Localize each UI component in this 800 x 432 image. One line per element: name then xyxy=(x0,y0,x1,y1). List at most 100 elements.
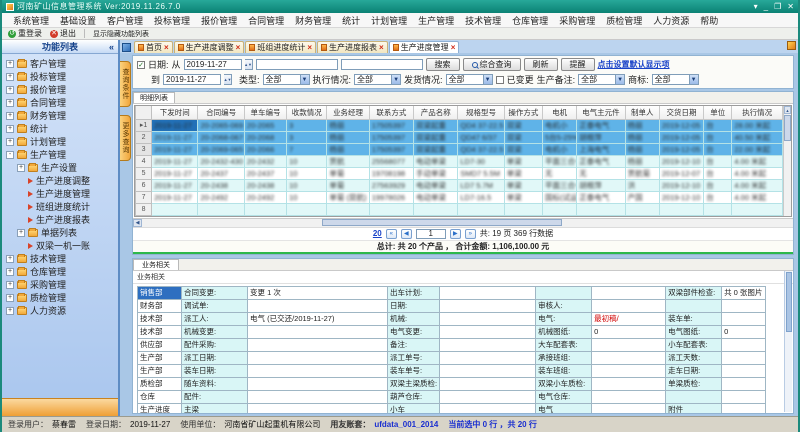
column-header-合同编号[interactable]: 合同编号 xyxy=(198,106,244,119)
tab-close-icon[interactable]: × xyxy=(451,44,456,52)
tree-expander-icon[interactable]: + xyxy=(6,73,14,81)
table-row[interactable]: 72019-11-2720-249220-249210单菊 (昆航)199780… xyxy=(136,191,783,203)
tree-expander-icon[interactable]: + xyxy=(6,281,14,289)
menu-item-8[interactable]: 计划管理 xyxy=(366,13,412,28)
tree-item-财务管理[interactable]: +财务管理 xyxy=(4,109,118,122)
tree-expander-icon[interactable]: + xyxy=(6,86,14,94)
minimize-icon[interactable]: _ xyxy=(764,2,768,11)
scroll-left-icon[interactable]: ◀ xyxy=(133,219,142,227)
menu-item-13[interactable]: 质检管理 xyxy=(601,13,647,28)
column-header-电机[interactable]: 电机 xyxy=(543,106,577,119)
tab-close-icon[interactable]: × xyxy=(236,44,241,52)
dept-cell[interactable]: 仓库 xyxy=(138,390,182,403)
toggle-nav-button[interactable]: 显示隐藏功能列表 xyxy=(91,29,151,39)
dept-cell[interactable]: 财务部 xyxy=(138,299,182,312)
scroll-thumb[interactable] xyxy=(786,272,792,332)
tree-item-生产进度管理[interactable]: 生产进度管理 xyxy=(4,187,118,200)
menu-item-12[interactable]: 采购管理 xyxy=(554,13,600,28)
prod-note-select[interactable]: 全部▼ xyxy=(578,74,625,85)
table-row[interactable]: 22019-11-2720-2068-06720-20683杨丽17505397… xyxy=(136,131,783,143)
detail-group-label[interactable]: 明细列表 xyxy=(133,92,175,103)
tree-item-计划管理[interactable]: +计划管理 xyxy=(4,135,118,148)
ship-select[interactable]: 全部▼ xyxy=(446,74,493,85)
column-header-收款情况[interactable]: 收款情况 xyxy=(287,106,327,119)
changed-checkbox[interactable] xyxy=(496,76,504,84)
tree-item-人力资源[interactable]: +人力资源 xyxy=(4,304,118,317)
column-header-单车编号[interactable]: 单车编号 xyxy=(244,106,286,119)
date-to-input[interactable]: 2019-11-27 xyxy=(163,74,221,85)
dept-cell[interactable]: 生产进度 xyxy=(138,403,182,413)
tree-item-采购管理[interactable]: +采购管理 xyxy=(4,278,118,291)
exit-button[interactable]: ✕ 退出 xyxy=(48,28,78,39)
first-page-button[interactable]: « xyxy=(386,229,397,239)
filter-text-input-1[interactable] xyxy=(256,59,338,70)
tree-item-单据列表[interactable]: +单据列表 xyxy=(4,226,118,239)
scroll-up-icon[interactable]: ▲ xyxy=(784,106,791,114)
menu-item-14[interactable]: 人力资源 xyxy=(648,13,694,28)
tab-生产进度管理[interactable]: 生产进度管理× xyxy=(389,41,460,53)
tree-item-技术管理[interactable]: +技术管理 xyxy=(4,252,118,265)
dept-cell[interactable]: 技术部 xyxy=(138,312,182,325)
scroll-thumb[interactable] xyxy=(322,219,562,226)
prev-page-button[interactable]: ◀ xyxy=(401,229,412,239)
tree-item-仓库管理[interactable]: +仓库管理 xyxy=(4,265,118,278)
collapse-icon[interactable]: « xyxy=(109,42,114,52)
detail-vscrollbar[interactable]: ▲ xyxy=(783,106,791,216)
column-header-业务经理[interactable]: 业务经理 xyxy=(327,106,369,119)
tree-item-双梁一机一账[interactable]: 双梁一机一账 xyxy=(4,239,118,252)
tree-expander-icon[interactable]: + xyxy=(6,112,14,120)
tree-expander-icon[interactable]: + xyxy=(17,229,25,237)
tree-expander-icon[interactable]: - xyxy=(6,151,14,159)
close-icon[interactable]: ✕ xyxy=(787,2,794,11)
menu-item-0[interactable]: 系统管理 xyxy=(8,13,54,28)
dept-cell[interactable]: 供应部 xyxy=(138,338,182,351)
tab-班组进度统计[interactable]: 班组进度统计× xyxy=(245,41,316,53)
tab-close-icon[interactable]: × xyxy=(164,44,169,52)
menu-item-9[interactable]: 生产管理 xyxy=(413,13,459,28)
menu-item-3[interactable]: 投标管理 xyxy=(149,13,195,28)
date-checkbox[interactable]: ✓ xyxy=(137,61,145,69)
column-header-制单人[interactable]: 制单人 xyxy=(625,106,659,119)
pin-icon[interactable]: ▾ xyxy=(754,2,758,11)
tree-item-报价管理[interactable]: +报价管理 xyxy=(4,83,118,96)
tree-expander-icon[interactable]: + xyxy=(6,138,14,146)
table-row[interactable]: 62019-11-2720-243820-243810单菊27563929电动单… xyxy=(136,179,783,191)
dept-cell[interactable]: 销售部 xyxy=(138,286,182,299)
column-header-产品名称[interactable]: 产品名称 xyxy=(414,106,458,119)
column-header-单位[interactable]: 单位 xyxy=(704,106,732,119)
table-row[interactable]: 42019-11-2720-2432-43020-243210贾航2556807… xyxy=(136,155,783,167)
menu-item-15[interactable]: 帮助 xyxy=(695,13,723,28)
vertical-tab-more[interactable]: 更多查询 xyxy=(120,115,131,161)
detail-hscrollbar[interactable]: ◀ xyxy=(133,218,793,227)
scroll-thumb[interactable] xyxy=(784,115,791,141)
relogin-button[interactable]: ↺ 重登录 xyxy=(6,28,44,39)
business-tab[interactable]: 业务相关 xyxy=(133,259,179,270)
tab-生产进度调整[interactable]: 生产进度调整× xyxy=(174,41,245,53)
column-header-下发时间[interactable]: 下发时间 xyxy=(152,106,198,119)
table-row[interactable]: 32019-11-2720-2069-06520-20667杨丽17505397… xyxy=(136,143,783,155)
tree-expander-icon[interactable]: + xyxy=(6,255,14,263)
tree-item-班组进度统计[interactable]: 班组进度统计 xyxy=(4,200,118,213)
business-vscrollbar[interactable] xyxy=(784,271,792,413)
menu-item-10[interactable]: 技术管理 xyxy=(460,13,506,28)
brand-select[interactable]: 全部▼ xyxy=(652,74,699,85)
tree-expander-icon[interactable]: + xyxy=(6,307,14,315)
tab-close-icon[interactable]: × xyxy=(307,44,312,52)
combined-query-button[interactable]: 综合查询 xyxy=(463,58,521,71)
tree-expander-icon[interactable]: + xyxy=(6,99,14,107)
tree-item-生产管理[interactable]: -生产管理 xyxy=(4,148,118,161)
display-settings-link[interactable]: 点击设置默认显示项 xyxy=(598,59,670,70)
tab-生产进度报表[interactable]: 生产进度报表× xyxy=(317,41,388,53)
tree-item-合同管理[interactable]: +合同管理 xyxy=(4,96,118,109)
column-header-联系方式[interactable]: 联系方式 xyxy=(369,106,413,119)
column-header-执行情况[interactable]: 执行情况 xyxy=(732,106,783,119)
dept-cell[interactable]: 质检部 xyxy=(138,377,182,390)
date-from-spinner[interactable]: ▲▼ xyxy=(245,59,253,70)
tree-expander-icon[interactable]: + xyxy=(6,125,14,133)
tree-item-生产设置[interactable]: +生产设置 xyxy=(4,161,118,174)
tree-expander-icon[interactable]: + xyxy=(6,294,14,302)
table-row[interactable]: ▸12019-11-2720-2065-06920-20653杨丽1750539… xyxy=(136,119,783,131)
menu-item-2[interactable]: 客户管理 xyxy=(102,13,148,28)
restore-icon[interactable]: ❐ xyxy=(774,2,781,11)
page-number-input[interactable]: 1 xyxy=(416,229,446,239)
